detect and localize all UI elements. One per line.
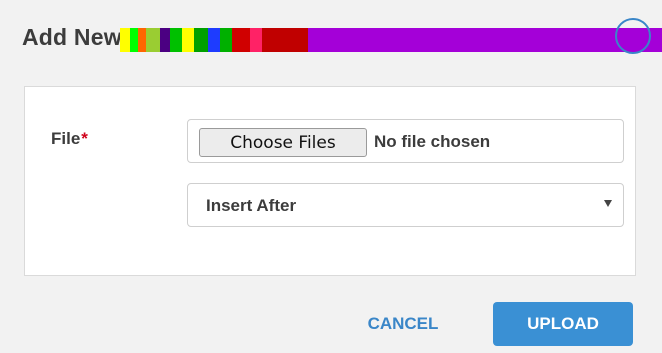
file-input[interactable]: Choose Files No file chosen xyxy=(187,119,624,163)
file-field-label: File* xyxy=(51,129,88,149)
required-asterisk: * xyxy=(81,129,88,148)
close-circle-icon[interactable] xyxy=(615,18,651,54)
form-panel: File* Choose Files No file chosen Insert… xyxy=(24,86,636,276)
file-status-text: No file chosen xyxy=(374,132,491,151)
rendering-artifact xyxy=(120,28,662,52)
dialog-title: Add New xyxy=(22,24,122,50)
upload-button[interactable]: UPLOAD xyxy=(493,302,633,346)
insert-position-select[interactable]: Insert After xyxy=(187,183,624,227)
chevron-down-icon xyxy=(604,200,612,207)
choose-files-button[interactable]: Choose Files xyxy=(199,128,367,157)
add-new-dialog: Add New File* Choose Files No file chose… xyxy=(0,0,662,353)
cancel-button[interactable]: CANCEL xyxy=(350,304,456,344)
file-label-text: File xyxy=(51,129,81,148)
insert-position-value: Insert After xyxy=(206,196,297,215)
dialog-header: Add New xyxy=(0,0,662,70)
